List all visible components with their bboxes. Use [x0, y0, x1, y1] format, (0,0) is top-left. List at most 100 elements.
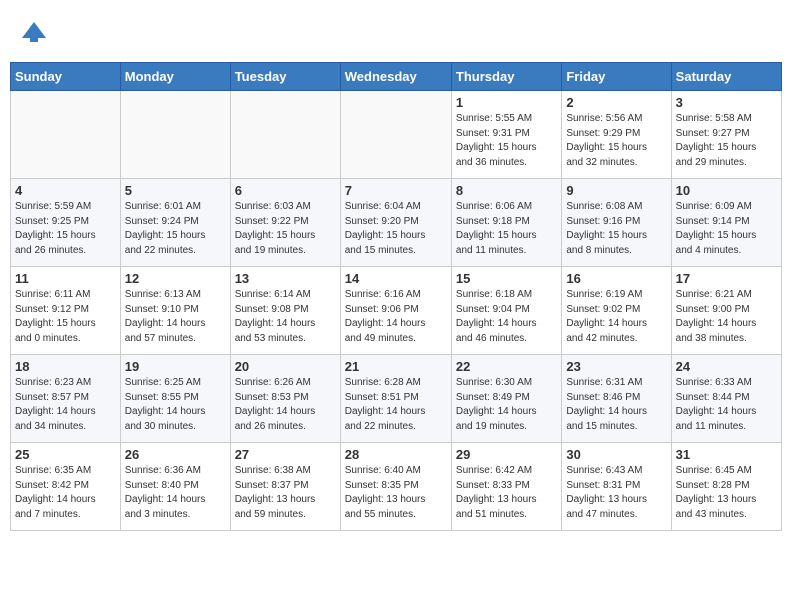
calendar-cell: 2 Sunrise: 5:56 AM Sunset: 9:29 PM Daylig…: [562, 91, 671, 179]
calendar-cell: 5 Sunrise: 6:01 AM Sunset: 9:24 PM Daylig…: [120, 179, 230, 267]
day-info: Sunrise: 6:42 AM Sunset: 8:33 PM Dayligh…: [456, 464, 557, 522]
calendar-cell: 20 Sunrise: 6:26 AM Sunset: 8:53 PM Dayli…: [230, 355, 340, 443]
calendar-cell: 14 Sunrise: 6:16 AM Sunset: 9:06 PM Dayli…: [340, 267, 451, 355]
calendar-cell: 22Sunrise: 6:30 AM Sunset: 8:49 PM Dayli…: [451, 355, 561, 443]
day-info: Sunrise: 6:11 AM Sunset: 9:12 PM Dayligh…: [15, 288, 116, 346]
calendar-cell: 23 Sunrise: 6:31 AM Sunset: 8:46 PM Dayli…: [562, 355, 671, 443]
day-header-friday: Friday: [562, 63, 671, 91]
day-info: Sunrise: 6:13 AM Sunset: 9:10 PM Dayligh…: [125, 288, 226, 346]
day-number: 14: [345, 271, 447, 286]
calendar-cell: [230, 91, 340, 179]
day-info: Sunrise: 6:40 AM Sunset: 8:35 PM Dayligh…: [345, 464, 447, 522]
calendar-cell: 7 Sunrise: 6:04 AM Sunset: 9:20 PM Daylig…: [340, 179, 451, 267]
logo-icon: [18, 18, 50, 50]
calendar-week-2: 4 Sunrise: 5:59 AM Sunset: 9:25 PM Daylig…: [11, 179, 782, 267]
day-number: 15: [456, 271, 557, 286]
day-header-saturday: Saturday: [671, 63, 781, 91]
calendar-cell: [340, 91, 451, 179]
calendar-cell: 19Sunrise: 6:25 AM Sunset: 8:55 PM Dayli…: [120, 355, 230, 443]
day-info: Sunrise: 6:09 AM Sunset: 9:14 PM Dayligh…: [676, 200, 777, 258]
day-number: 11: [15, 271, 116, 286]
day-number: 19: [125, 359, 226, 374]
calendar-cell: 29Sunrise: 6:42 AM Sunset: 8:33 PM Dayli…: [451, 443, 561, 531]
day-info: Sunrise: 6:08 AM Sunset: 9:16 PM Dayligh…: [566, 200, 666, 258]
calendar-cell: [120, 91, 230, 179]
calendar-cell: 28 Sunrise: 6:40 AM Sunset: 8:35 PM Dayli…: [340, 443, 451, 531]
calendar-cell: 6 Sunrise: 6:03 AM Sunset: 9:22 PM Daylig…: [230, 179, 340, 267]
day-number: 18: [15, 359, 116, 374]
calendar-cell: 24Sunrise: 6:33 AM Sunset: 8:44 PM Dayli…: [671, 355, 781, 443]
day-info: Sunrise: 6:18 AM Sunset: 9:04 PM Dayligh…: [456, 288, 557, 346]
calendar-cell: 13 Sunrise: 6:14 AM Sunset: 9:08 PM Dayli…: [230, 267, 340, 355]
day-info: Sunrise: 6:45 AM Sunset: 8:28 PM Dayligh…: [676, 464, 777, 522]
day-info: Sunrise: 6:28 AM Sunset: 8:51 PM Dayligh…: [345, 376, 447, 434]
day-header-tuesday: Tuesday: [230, 63, 340, 91]
calendar-cell: 10 Sunrise: 6:09 AM Sunset: 9:14 PM Dayli…: [671, 179, 781, 267]
day-number: 10: [676, 183, 777, 198]
day-info: Sunrise: 6:35 AM Sunset: 8:42 PM Dayligh…: [15, 464, 116, 522]
day-info: Sunrise: 6:01 AM Sunset: 9:24 PM Dayligh…: [125, 200, 226, 258]
day-info: Sunrise: 6:31 AM Sunset: 8:46 PM Dayligh…: [566, 376, 666, 434]
day-info: Sunrise: 6:38 AM Sunset: 8:37 PM Dayligh…: [235, 464, 336, 522]
page-header: [10, 10, 782, 58]
calendar-cell: 30 Sunrise: 6:43 AM Sunset: 8:31 PM Dayli…: [562, 443, 671, 531]
day-info: Sunrise: 6:26 AM Sunset: 8:53 PM Dayligh…: [235, 376, 336, 434]
calendar-cell: 9 Sunrise: 6:08 AM Sunset: 9:16 PM Daylig…: [562, 179, 671, 267]
day-header-monday: Monday: [120, 63, 230, 91]
calendar-week-4: 18 Sunrise: 6:23 AM Sunset: 8:57 PM Dayli…: [11, 355, 782, 443]
calendar-week-3: 11 Sunrise: 6:11 AM Sunset: 9:12 PM Dayli…: [11, 267, 782, 355]
day-number: 20: [235, 359, 336, 374]
calendar-cell: 18 Sunrise: 6:23 AM Sunset: 8:57 PM Dayli…: [11, 355, 121, 443]
day-header-wednesday: Wednesday: [340, 63, 451, 91]
day-number: 3: [676, 95, 777, 110]
calendar-week-1: 1Sunrise: 5:55 AM Sunset: 9:31 PM Daylig…: [11, 91, 782, 179]
day-number: 28: [345, 447, 447, 462]
day-number: 16: [566, 271, 666, 286]
calendar-cell: 4 Sunrise: 5:59 AM Sunset: 9:25 PM Daylig…: [11, 179, 121, 267]
day-info: Sunrise: 6:14 AM Sunset: 9:08 PM Dayligh…: [235, 288, 336, 346]
day-info: Sunrise: 6:33 AM Sunset: 8:44 PM Dayligh…: [676, 376, 777, 434]
day-number: 27: [235, 447, 336, 462]
calendar-cell: 1Sunrise: 5:55 AM Sunset: 9:31 PM Daylig…: [451, 91, 561, 179]
day-info: Sunrise: 6:21 AM Sunset: 9:00 PM Dayligh…: [676, 288, 777, 346]
day-info: Sunrise: 5:58 AM Sunset: 9:27 PM Dayligh…: [676, 112, 777, 170]
day-number: 9: [566, 183, 666, 198]
calendar-cell: 31 Sunrise: 6:45 AM Sunset: 8:28 PM Dayli…: [671, 443, 781, 531]
day-number: 2: [566, 95, 666, 110]
day-number: 4: [15, 183, 116, 198]
day-number: 7: [345, 183, 447, 198]
calendar-cell: 16 Sunrise: 6:19 AM Sunset: 9:02 PM Dayli…: [562, 267, 671, 355]
day-info: Sunrise: 6:43 AM Sunset: 8:31 PM Dayligh…: [566, 464, 666, 522]
day-info: Sunrise: 6:36 AM Sunset: 8:40 PM Dayligh…: [125, 464, 226, 522]
day-number: 1: [456, 95, 557, 110]
day-info: Sunrise: 5:56 AM Sunset: 9:29 PM Dayligh…: [566, 112, 666, 170]
day-number: 31: [676, 447, 777, 462]
day-number: 5: [125, 183, 226, 198]
day-info: Sunrise: 5:59 AM Sunset: 9:25 PM Dayligh…: [15, 200, 116, 258]
logo: [10, 10, 62, 58]
day-info: Sunrise: 6:06 AM Sunset: 9:18 PM Dayligh…: [456, 200, 557, 258]
calendar-cell: 3 Sunrise: 5:58 AM Sunset: 9:27 PM Daylig…: [671, 91, 781, 179]
day-number: 21: [345, 359, 447, 374]
calendar-cell: 21 Sunrise: 6:28 AM Sunset: 8:51 PM Dayli…: [340, 355, 451, 443]
day-info: Sunrise: 6:16 AM Sunset: 9:06 PM Dayligh…: [345, 288, 447, 346]
calendar-cell: 27 Sunrise: 6:38 AM Sunset: 8:37 PM Dayli…: [230, 443, 340, 531]
day-number: 8: [456, 183, 557, 198]
calendar: SundayMondayTuesdayWednesdayThursdayFrid…: [10, 62, 782, 531]
calendar-cell: [11, 91, 121, 179]
day-number: 23: [566, 359, 666, 374]
calendar-header-row: SundayMondayTuesdayWednesdayThursdayFrid…: [11, 63, 782, 91]
day-number: 12: [125, 271, 226, 286]
day-info: Sunrise: 6:03 AM Sunset: 9:22 PM Dayligh…: [235, 200, 336, 258]
day-number: 6: [235, 183, 336, 198]
day-info: Sunrise: 6:04 AM Sunset: 9:20 PM Dayligh…: [345, 200, 447, 258]
title-block: [766, 10, 782, 26]
day-number: 13: [235, 271, 336, 286]
day-number: 26: [125, 447, 226, 462]
day-info: Sunrise: 6:23 AM Sunset: 8:57 PM Dayligh…: [15, 376, 116, 434]
calendar-cell: 25Sunrise: 6:35 AM Sunset: 8:42 PM Dayli…: [11, 443, 121, 531]
day-number: 17: [676, 271, 777, 286]
calendar-cell: 11 Sunrise: 6:11 AM Sunset: 9:12 PM Dayli…: [11, 267, 121, 355]
day-info: Sunrise: 6:19 AM Sunset: 9:02 PM Dayligh…: [566, 288, 666, 346]
day-number: 30: [566, 447, 666, 462]
